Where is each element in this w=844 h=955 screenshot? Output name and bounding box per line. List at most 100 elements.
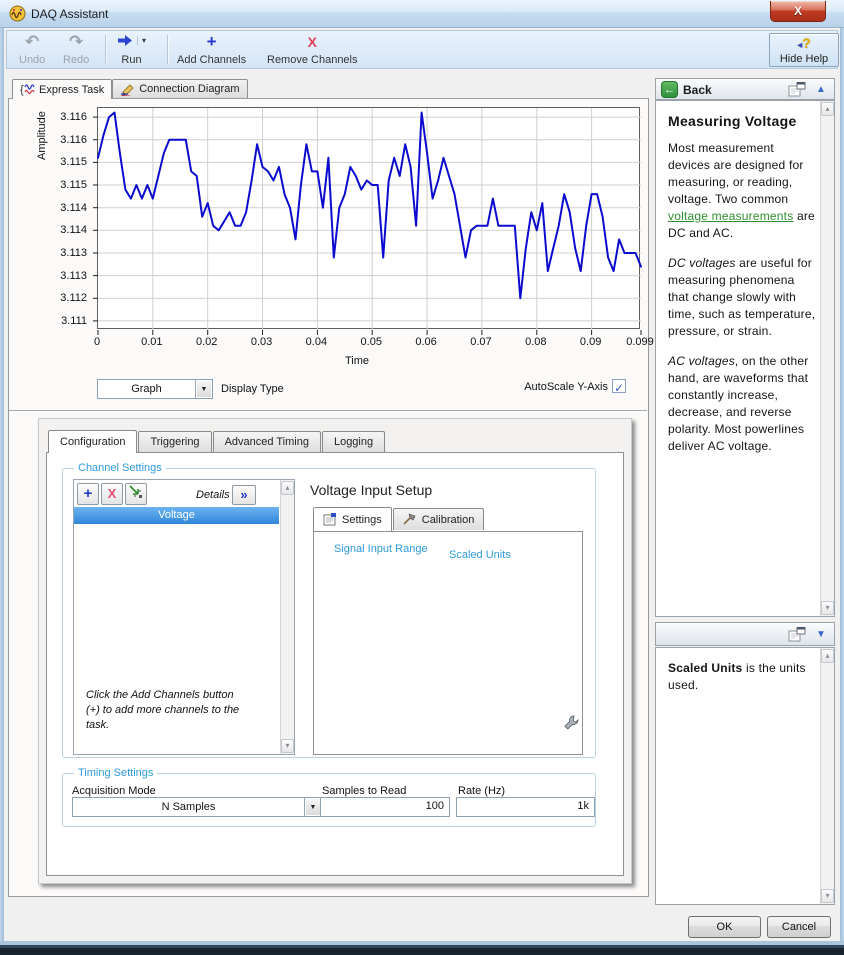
setup-tab-strip: Settings Calibration <box>313 507 485 530</box>
tab-configuration[interactable]: Configuration <box>48 430 137 453</box>
x-tick-label: 0.02 <box>196 336 217 348</box>
y-tick-label: 3.115 <box>60 156 87 168</box>
toolbar: ↶ Undo ↷ Redo ▾ Run + Add Channels X Rem… <box>6 30 838 69</box>
expand-help-icon[interactable]: ▼ <box>816 629 826 640</box>
help-header: ← Back ▲ <box>655 78 835 100</box>
back-button[interactable]: ← <box>661 81 678 98</box>
task-tab-strip: { Express Task Connection Diagram <box>12 79 248 98</box>
autoscale-label: AutoScale Y-Axis <box>500 381 608 393</box>
tab-express-task[interactable]: { Express Task <box>12 79 112 99</box>
hide-help-button[interactable]: ◂? Hide Help <box>769 33 839 67</box>
scroll-up-icon[interactable]: ▴ <box>281 481 294 495</box>
x-tick-label: 0.05 <box>361 336 382 348</box>
dropdown-arrow-icon[interactable]: ▼ <box>195 380 212 398</box>
display-type-label: Display Type <box>221 383 284 395</box>
daq-assistant-window: DAQ Assistant X ↶ Undo ↷ Redo ▾ Run + Ad… <box>0 0 844 955</box>
back-arrow-icon: ← <box>664 84 675 96</box>
back-label: Back <box>683 83 712 97</box>
channel-list-scrollbar[interactable]: ▴ ▾ <box>280 480 294 754</box>
close-icon[interactable]: X <box>770 1 826 22</box>
x-tick-label: 0.09 <box>580 336 601 348</box>
y-tick-label: 3.115 <box>60 179 87 191</box>
redo-icon: ↷ <box>69 34 83 50</box>
run-dropdown-icon[interactable]: ▾ <box>137 36 146 45</box>
x-axis-title: Time <box>345 355 369 367</box>
help-icon: ◂? <box>797 35 811 51</box>
x-tick-label: 0.01 <box>141 336 162 348</box>
tab-connection-diagram[interactable]: Connection Diagram <box>112 79 247 98</box>
details-label: Details <box>196 489 230 501</box>
add-channels-button[interactable]: + Add Channels <box>173 33 250 67</box>
run-button[interactable]: ▾ Run <box>113 33 150 67</box>
dropdown-arrow-icon[interactable]: ▼ <box>304 798 321 816</box>
y-tick-label: 3.114 <box>60 202 87 214</box>
x-tick-label: 0.06 <box>415 336 436 348</box>
scroll-up-icon[interactable]: ▴ <box>821 102 834 116</box>
samples-to-read-field[interactable]: 100 <box>320 797 450 817</box>
y-tick-label: 3.116 <box>60 134 87 146</box>
tab-advanced-timing[interactable]: Advanced Timing <box>213 431 321 452</box>
scroll-up-icon[interactable]: ▴ <box>821 649 834 663</box>
redo-button[interactable]: ↷ Redo <box>59 33 93 67</box>
tab-calibration[interactable]: Calibration <box>393 508 485 530</box>
check-icon: ✓ <box>614 381 624 395</box>
tab-triggering[interactable]: Triggering <box>138 431 211 452</box>
undo-icon: ↶ <box>25 34 39 50</box>
help-scrollbar[interactable]: ▴ ▾ <box>820 101 834 616</box>
timing-settings-label: Timing Settings <box>74 767 157 779</box>
x-tick-label: 0.04 <box>306 336 327 348</box>
context-help-header: ▼ <box>655 622 835 646</box>
calibration-tab-icon <box>403 513 417 526</box>
tab-settings[interactable]: Settings <box>313 507 392 531</box>
context-help-content: Scaled Units is the units used. <box>668 660 816 707</box>
run-icon <box>117 34 133 47</box>
y-axis-tick-labels: 3.1163.1163.1153.1153.1143.1143.1133.113… <box>42 108 92 330</box>
undo-button[interactable]: ↶ Undo <box>15 33 49 67</box>
context-help-panel: Scaled Units is the units used. ▴ ▾ <box>655 647 835 905</box>
double-chevron-icon: » <box>240 487 247 502</box>
waveform-graph[interactable] <box>97 107 640 329</box>
channel-settings-label: Channel Settings <box>74 462 166 474</box>
acquisition-mode-dropdown[interactable]: N Samples ▼ <box>72 797 322 817</box>
cancel-button[interactable]: Cancel <box>767 916 831 938</box>
scroll-down-icon[interactable]: ▾ <box>821 889 834 903</box>
app-icon <box>9 5 26 22</box>
collapse-help-icon[interactable]: ▲ <box>816 84 826 95</box>
rate-field[interactable]: 1k <box>456 797 595 817</box>
ok-button[interactable]: OK <box>688 916 761 938</box>
delete-channel-button[interactable]: X <box>101 483 123 505</box>
waveform-plot-area <box>98 108 641 330</box>
help-content: Measuring Voltage Most measurement devic… <box>668 113 816 468</box>
display-type-dropdown[interactable]: Graph ▼ <box>97 379 213 399</box>
voltage-measurements-link[interactable]: voltage measurements <box>668 209 793 223</box>
x-tick-label: 0.08 <box>525 336 546 348</box>
svg-text:{: { <box>20 84 24 96</box>
y-tick-label: 3.112 <box>60 292 87 304</box>
acquisition-mode-label: Acquisition Mode <box>72 785 156 797</box>
assign-channel-icon <box>128 484 144 500</box>
y-tick-label: 3.116 <box>60 111 87 123</box>
y-tick-label: 3.113 <box>60 270 87 282</box>
title-bar[interactable]: DAQ Assistant X <box>0 0 844 28</box>
context-help-scrollbar[interactable]: ▴ ▾ <box>820 648 834 904</box>
dock-help-icon[interactable] <box>788 82 806 97</box>
channel-row-voltage[interactable]: Voltage <box>74 507 279 524</box>
window-border-right <box>840 28 844 943</box>
window-border-left <box>0 28 4 943</box>
toolbar-separator <box>167 35 168 64</box>
add-channels-hint: Click the Add Channels button (+) to add… <box>86 688 248 733</box>
add-channel-button[interactable]: + <box>77 483 99 505</box>
change-physical-channel-button[interactable] <box>125 483 147 505</box>
details-button[interactable]: » <box>232 485 256 505</box>
scaled-units-label: Scaled Units <box>445 549 515 561</box>
scroll-down-icon[interactable]: ▾ <box>281 739 294 753</box>
dock-help-icon[interactable] <box>788 627 806 642</box>
autoscale-checkbox[interactable]: ✓ <box>612 379 626 393</box>
y-tick-label: 3.111 <box>61 315 87 327</box>
remove-channels-button[interactable]: X Remove Channels <box>263 33 362 67</box>
tab-logging[interactable]: Logging <box>322 431 385 452</box>
edit-scale-button[interactable] <box>562 714 580 739</box>
help-panel: Measuring Voltage Most measurement devic… <box>655 100 835 617</box>
signal-input-range-label: Signal Input Range <box>330 543 432 555</box>
scroll-down-icon[interactable]: ▾ <box>821 601 834 615</box>
